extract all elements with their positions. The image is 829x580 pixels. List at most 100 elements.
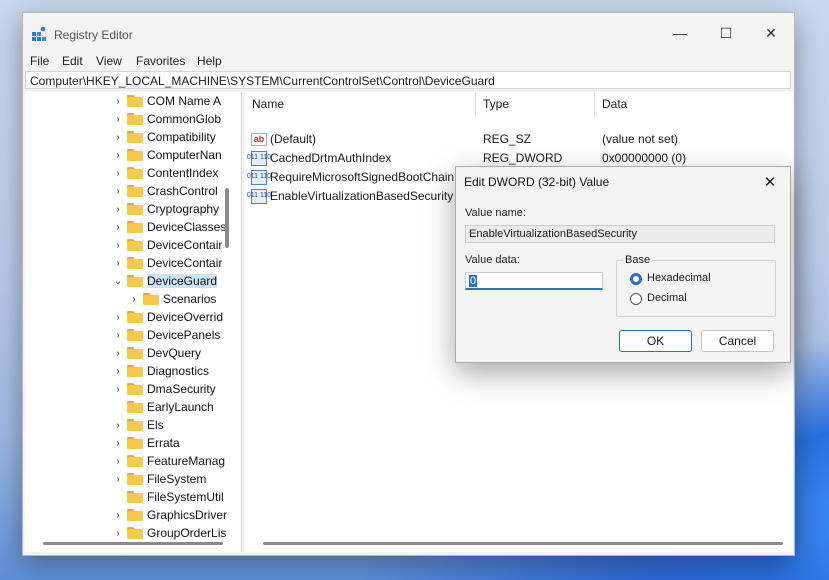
tree-item[interactable]: › DevQuery (112, 344, 201, 362)
tree-item[interactable]: › Els (112, 416, 164, 434)
tree-item-label: EarlyLaunch (147, 400, 214, 414)
value-row[interactable]: 011 110 CachedDrtmAuthIndex (247, 149, 391, 167)
chevron-right-icon[interactable]: › (112, 366, 124, 377)
hexadecimal-radio[interactable] (630, 273, 642, 285)
cancel-button[interactable]: Cancel (701, 330, 774, 352)
chevron-right-icon[interactable]: › (112, 438, 124, 449)
chevron-right-icon[interactable]: › (112, 132, 124, 143)
decimal-label[interactable]: Decimal (647, 292, 687, 304)
tree-item[interactable]: › ContentIndex (112, 164, 218, 182)
chevron-right-icon[interactable]: › (112, 240, 124, 251)
horizontal-scrollbar[interactable] (43, 542, 223, 545)
tree-item[interactable]: › DeviceContair (112, 236, 222, 254)
tree-item-label: DevQuery (147, 346, 202, 360)
value-row[interactable]: 011 110 RequireMicrosoftSignedBootChain (247, 168, 455, 186)
folder-icon (127, 455, 143, 467)
chevron-down-icon[interactable]: ⌄ (112, 276, 124, 287)
chevron-right-icon[interactable]: › (112, 420, 124, 431)
key-tree-pane[interactable]: › COM Name A › CommonGlob › Compatibility › Com… (25, 92, 242, 552)
column-separator[interactable] (475, 92, 476, 116)
tree-item[interactable]: › DmaSecurity (112, 380, 215, 398)
value-data-text: 0 (469, 275, 478, 287)
chevron-right-icon[interactable]: › (112, 456, 124, 467)
minimize-button[interactable]: — (660, 19, 700, 47)
chevron-right-icon[interactable]: › (112, 510, 124, 521)
title-bar[interactable]: Registry Editor — ☐ ✕ (23, 13, 794, 53)
tree-item[interactable]: FileSystemUtil (112, 488, 224, 506)
column-header-name[interactable]: Name (252, 92, 284, 116)
tree-item[interactable]: › GraphicsDriver (112, 506, 227, 524)
close-button[interactable]: ✕ (751, 19, 791, 47)
tree-item-label: DeviceContair (147, 238, 223, 252)
tree-item[interactable]: › Diagnostics (112, 362, 209, 380)
tree-item-label: Errata (147, 436, 180, 450)
menu-edit[interactable]: Edit (62, 54, 83, 68)
edit-dword-dialog: Edit DWORD (32-bit) Value ✕ Value name: … (455, 166, 791, 363)
tree-item[interactable]: › DevicePanels (112, 326, 220, 344)
value-name: RequireMicrosoftSignedBootChain (270, 170, 455, 184)
tree-item[interactable]: › ComputerNan (112, 146, 221, 164)
chevron-right-icon[interactable]: › (112, 258, 124, 269)
registry-app-icon (32, 27, 46, 41)
tree-item[interactable]: › GroupOrderLis (112, 524, 226, 542)
address-bar[interactable]: Computer\HKEY_LOCAL_MACHINE\SYSTEM\Curre… (25, 71, 791, 89)
tree-item[interactable]: › Errata (112, 434, 180, 452)
dialog-close-button[interactable]: ✕ (756, 171, 784, 193)
chevron-right-icon[interactable]: › (112, 168, 124, 179)
chevron-right-icon[interactable]: › (112, 312, 124, 323)
tree-item[interactable]: › COM Name A (112, 92, 221, 110)
column-separator[interactable] (594, 92, 595, 116)
chevron-right-icon[interactable]: › (112, 96, 124, 107)
value-row[interactable]: 011 110 EnableVirtualizationBasedSecurity (247, 187, 453, 205)
folder-icon (127, 329, 143, 341)
menu-bar: File Edit View Favorites Help (23, 53, 794, 73)
tree-item[interactable]: › CrashControl (112, 182, 218, 200)
base-groupbox: Base Hexadecimal Decimal (616, 254, 776, 317)
chevron-right-icon[interactable]: › (112, 114, 124, 125)
tree-item[interactable]: › DeviceClasses (112, 218, 226, 236)
chevron-right-icon[interactable]: › (112, 150, 124, 161)
folder-icon (127, 473, 143, 485)
maximize-button[interactable]: ☐ (706, 19, 746, 47)
tree-item[interactable]: › Cryptography (112, 200, 219, 218)
tree-item[interactable]: › Scenarios (128, 290, 216, 308)
chevron-right-icon[interactable]: › (112, 222, 124, 233)
value-name-field[interactable]: EnableVirtualizationBasedSecurity (465, 225, 775, 243)
folder-icon (127, 149, 143, 161)
chevron-right-icon[interactable]: › (128, 294, 140, 305)
binary-value-icon: 011 110 (247, 169, 271, 185)
tree-item[interactable]: ⌄ DeviceGuard (112, 272, 218, 290)
ok-button[interactable]: OK (619, 330, 692, 352)
tree-item-label: Els (147, 418, 164, 432)
tree-item[interactable]: › FeatureManag (112, 452, 225, 470)
chevron-right-icon[interactable]: › (112, 204, 124, 215)
tree-item[interactable]: › Compatibility (112, 128, 215, 146)
menu-favorites[interactable]: Favorites (136, 54, 185, 68)
tree-item[interactable]: › DeviceContair (112, 254, 222, 272)
chevron-right-icon[interactable]: › (112, 186, 124, 197)
chevron-right-icon[interactable]: › (112, 474, 124, 485)
value-data-input[interactable]: 0 (465, 272, 603, 290)
menu-file[interactable]: File (30, 54, 49, 68)
hexadecimal-label[interactable]: Hexadecimal (647, 272, 711, 284)
value-row[interactable]: ab (Default) (251, 130, 316, 148)
tree-item[interactable]: › DeviceOverrid (112, 308, 223, 326)
tree-item-label: FileSystemUtil (147, 490, 224, 504)
decimal-radio[interactable] (630, 293, 642, 305)
chevron-right-icon[interactable]: › (112, 348, 124, 359)
column-header-type[interactable]: Type (483, 92, 509, 116)
horizontal-scrollbar[interactable] (263, 542, 783, 545)
tree-item-label: ContentIndex (147, 166, 219, 180)
chevron-right-icon[interactable]: › (112, 384, 124, 395)
menu-help[interactable]: Help (197, 54, 222, 68)
menu-view[interactable]: View (96, 54, 122, 68)
tree-item[interactable]: EarlyLaunch (112, 398, 214, 416)
chevron-right-icon[interactable]: › (112, 330, 124, 341)
tree-item[interactable]: › FileSystem (112, 470, 206, 488)
tree-item[interactable]: › CommonGlob (112, 110, 221, 128)
chevron-right-icon[interactable]: › (112, 528, 124, 539)
column-header-data[interactable]: Data (602, 92, 627, 116)
vertical-scrollbar[interactable] (225, 188, 229, 248)
tree-item-label: CrashControl (147, 184, 218, 198)
folder-icon (127, 203, 143, 215)
